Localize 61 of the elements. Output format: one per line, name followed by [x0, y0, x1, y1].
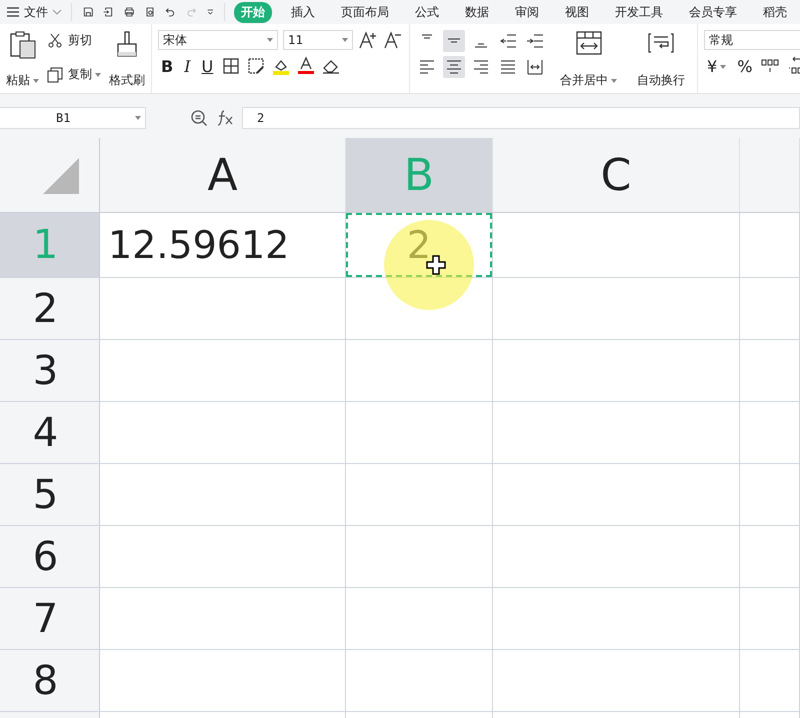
- ribbon-tab[interactable]: 开发工具: [608, 2, 670, 22]
- formula-input-field[interactable]: 2: [242, 107, 800, 129]
- caret-icon: [342, 38, 348, 42]
- file-menu[interactable]: 文件: [6, 4, 62, 20]
- copy-icon[interactable]: [47, 66, 63, 82]
- align-middle-icon[interactable]: [443, 30, 465, 52]
- caret-icon: [95, 72, 101, 77]
- wrap-text-button[interactable]: 自动换行: [637, 72, 685, 89]
- percent-button[interactable]: %: [734, 56, 756, 76]
- row-header[interactable]: 3: [0, 340, 100, 401]
- font-size-field[interactable]: 11: [283, 30, 353, 50]
- scissors-icon[interactable]: [47, 32, 63, 48]
- dropdown-icon[interactable]: [206, 7, 214, 17]
- caret-icon: [33, 78, 39, 83]
- align-center-icon[interactable]: [443, 56, 465, 78]
- row-header[interactable]: 6: [0, 526, 100, 587]
- crosshair-cursor-icon: [426, 255, 446, 275]
- currency-button[interactable]: ¥: [704, 56, 730, 76]
- menu-icon: [6, 6, 20, 18]
- borders-icon[interactable]: [221, 56, 242, 76]
- ribbon-tab[interactable]: 视图: [558, 2, 596, 22]
- triangle-icon: [40, 156, 80, 196]
- paste-button[interactable]: 粘贴: [6, 72, 39, 89]
- row-header[interactable]: 7: [0, 588, 100, 649]
- font-name-field[interactable]: 宋体: [158, 30, 278, 50]
- row-header[interactable]: 8: [0, 650, 100, 711]
- chevron-down-icon: [52, 9, 62, 15]
- format-painter-button[interactable]: 格式刷: [109, 72, 145, 89]
- decrease-font-icon[interactable]: [383, 30, 403, 50]
- function-icon[interactable]: [216, 109, 234, 127]
- row-header[interactable]: 4: [0, 402, 100, 463]
- merge-center-button[interactable]: 合并居中: [560, 72, 617, 89]
- bold-button[interactable]: B: [158, 56, 176, 76]
- zoom-icon[interactable]: [190, 109, 208, 127]
- ribbon-tab[interactable]: 数据: [458, 2, 496, 22]
- cell-style-icon[interactable]: [246, 56, 266, 76]
- ribbon-tab[interactable]: 会员专享: [682, 2, 744, 22]
- name-box[interactable]: B1: [0, 107, 146, 129]
- caret-icon: [611, 78, 617, 83]
- cell-value[interactable]: 12.59612: [100, 223, 290, 267]
- column-header[interactable]: C: [493, 138, 740, 212]
- font-color-icon[interactable]: [296, 56, 316, 76]
- file-menu-label[interactable]: 文件: [24, 4, 48, 20]
- ribbon-tab[interactable]: 公式: [408, 2, 446, 22]
- copy-button[interactable]: 复制: [68, 66, 101, 83]
- ribbon-tab[interactable]: 审阅: [508, 2, 546, 22]
- increase-font-icon[interactable]: [358, 30, 378, 50]
- cut-button[interactable]: 剪切: [68, 32, 92, 49]
- caret-icon: [720, 65, 726, 70]
- paste-icon[interactable]: [8, 30, 36, 60]
- row-header[interactable]: 5: [0, 464, 100, 525]
- italic-button[interactable]: I: [181, 56, 194, 76]
- number-format-field[interactable]: 常规: [704, 30, 800, 50]
- merge-cells-icon[interactable]: [574, 30, 602, 56]
- underline-button[interactable]: U: [198, 56, 216, 76]
- ribbon-tab[interactable]: 稻壳: [756, 2, 794, 22]
- caret-icon: [135, 116, 141, 120]
- ribbon-tab[interactable]: 插入: [284, 2, 322, 22]
- row-header[interactable]: 2: [0, 278, 100, 339]
- caret-icon: [267, 38, 273, 42]
- ribbon-tab[interactable]: 页面布局: [334, 2, 396, 22]
